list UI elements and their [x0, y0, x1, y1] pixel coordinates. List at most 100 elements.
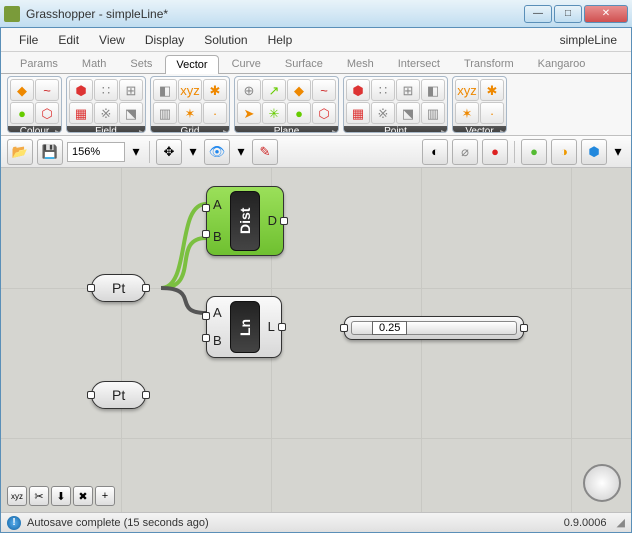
tool-button[interactable]: ✳ [262, 102, 286, 124]
output-grip[interactable] [520, 324, 528, 332]
preview-button[interactable]: 👁 [204, 139, 230, 165]
param-point-2[interactable]: Pt [91, 381, 146, 409]
preview-mode-dropdown[interactable]: ▾ [611, 139, 625, 165]
group-label[interactable]: Colour [8, 126, 61, 133]
tool-button[interactable]: · [480, 102, 504, 124]
tool-button[interactable]: ▦ [346, 102, 370, 124]
tab-math[interactable]: Math [71, 54, 117, 73]
input-b[interactable]: B [211, 224, 224, 250]
input-grip[interactable] [202, 204, 210, 212]
close-button[interactable]: ✕ [584, 5, 628, 23]
output-grip[interactable] [278, 323, 286, 331]
tool-button[interactable]: ~ [35, 79, 59, 101]
output-grip[interactable] [280, 217, 288, 225]
tool-button[interactable]: ⊞ [119, 79, 143, 101]
xyz-icon[interactable]: xyz [7, 486, 27, 506]
tool-button[interactable]: ◆ [10, 79, 34, 101]
tab-vector[interactable]: Vector [165, 55, 218, 74]
sketch-button[interactable]: ✎ [252, 139, 278, 165]
menu-display[interactable]: Display [135, 30, 194, 50]
tool-button[interactable]: xyz [178, 79, 202, 101]
slider-track[interactable]: 0.25 [351, 321, 517, 335]
tool-button[interactable]: ⬡ [35, 102, 59, 124]
tool-button[interactable]: ➤ [237, 102, 261, 124]
tool-button[interactable]: ⬔ [396, 102, 420, 124]
menu-file[interactable]: File [9, 30, 48, 50]
wire-button[interactable]: ⌀ [452, 139, 478, 165]
preview-dropdown[interactable]: ▾ [234, 139, 248, 165]
tab-surface[interactable]: Surface [274, 54, 334, 73]
param-point-1[interactable]: Pt [91, 274, 146, 302]
tool-button[interactable]: ● [10, 102, 34, 124]
component-distance[interactable]: A B Dist D [206, 186, 284, 256]
menu-help[interactable]: Help [258, 30, 303, 50]
menu-view[interactable]: View [89, 30, 135, 50]
close-icon[interactable]: ✖ [73, 486, 93, 506]
doc-name[interactable]: simpleLine [560, 33, 623, 47]
tool-button[interactable]: ▦ [69, 102, 93, 124]
tab-kangaroo[interactable]: Kangaroo [527, 54, 597, 73]
tool-button[interactable]: ▥ [153, 102, 177, 124]
blue-preview-button[interactable]: ⬢ [581, 139, 607, 165]
input-grip[interactable] [202, 230, 210, 238]
shade-button[interactable]: ◐ [422, 139, 448, 165]
tool-button[interactable]: ~ [312, 79, 336, 101]
tool-button[interactable]: ∷ [94, 79, 118, 101]
tab-params[interactable]: Params [9, 54, 69, 73]
tool-button[interactable]: ⬡ [312, 102, 336, 124]
tool-button[interactable]: ※ [94, 102, 118, 124]
group-label[interactable]: Vector [453, 126, 506, 133]
output-grip[interactable] [142, 284, 150, 292]
tool-button[interactable]: ↗ [262, 79, 286, 101]
input-b[interactable]: B [211, 328, 224, 354]
tool-button[interactable]: ※ [371, 102, 395, 124]
tool-button[interactable]: ⊕ [237, 79, 261, 101]
group-label[interactable]: Point [344, 126, 447, 133]
input-a[interactable]: A [211, 300, 224, 326]
input-a[interactable]: A [211, 192, 224, 218]
tool-button[interactable]: ⬢ [346, 79, 370, 101]
output-l[interactable]: L [266, 314, 277, 340]
zoom-input[interactable] [67, 142, 125, 162]
resize-grip[interactable]: ◢ [617, 516, 625, 529]
tool-button[interactable]: ✱ [203, 79, 227, 101]
zoom-extents-button[interactable]: ✥ [156, 139, 182, 165]
compass-widget[interactable] [583, 464, 621, 502]
tool-button[interactable]: ✱ [480, 79, 504, 101]
half-preview-button[interactable]: ◑ [551, 139, 577, 165]
tab-intersect[interactable]: Intersect [387, 54, 451, 73]
tool-button[interactable]: ✶ [455, 102, 479, 124]
input-grip[interactable] [87, 284, 95, 292]
tab-curve[interactable]: Curve [221, 54, 272, 73]
tool-button[interactable]: ✶ [178, 102, 202, 124]
tool-button[interactable]: xyz [455, 79, 479, 101]
tool-button[interactable]: ⬢ [69, 79, 93, 101]
tool-button[interactable]: · [203, 102, 227, 124]
input-grip[interactable] [202, 334, 210, 342]
group-label[interactable]: Plane [235, 126, 338, 133]
pin-icon[interactable]: ✂ [29, 486, 49, 506]
canvas[interactable]: A B Dist D Pt A B [1, 168, 631, 512]
tool-button[interactable]: ⬔ [119, 102, 143, 124]
component-line[interactable]: A B Ln L [206, 296, 282, 358]
zoom-extents-dropdown[interactable]: ▾ [186, 139, 200, 165]
maximize-button[interactable]: □ [554, 5, 582, 23]
tool-button[interactable]: ▥ [421, 102, 445, 124]
input-grip[interactable] [87, 391, 95, 399]
output-grip[interactable] [142, 391, 150, 399]
zoom-dropdown[interactable]: ▾ [129, 139, 143, 165]
output-d[interactable]: D [266, 208, 279, 234]
number-slider[interactable]: 0.25 [344, 316, 524, 340]
tool-button[interactable]: ◧ [421, 79, 445, 101]
input-grip[interactable] [202, 312, 210, 320]
menu-solution[interactable]: Solution [194, 30, 257, 50]
open-button[interactable]: 📂 [7, 139, 33, 165]
menu-edit[interactable]: Edit [48, 30, 89, 50]
selected-preview-button[interactable]: ● [482, 139, 508, 165]
tool-button[interactable]: ⊞ [396, 79, 420, 101]
slider-value[interactable]: 0.25 [372, 321, 407, 335]
tool-button[interactable]: ● [287, 102, 311, 124]
doc-preview-button[interactable]: ● [521, 139, 547, 165]
tool-button[interactable]: ∷ [371, 79, 395, 101]
minimize-button[interactable]: — [524, 5, 552, 23]
